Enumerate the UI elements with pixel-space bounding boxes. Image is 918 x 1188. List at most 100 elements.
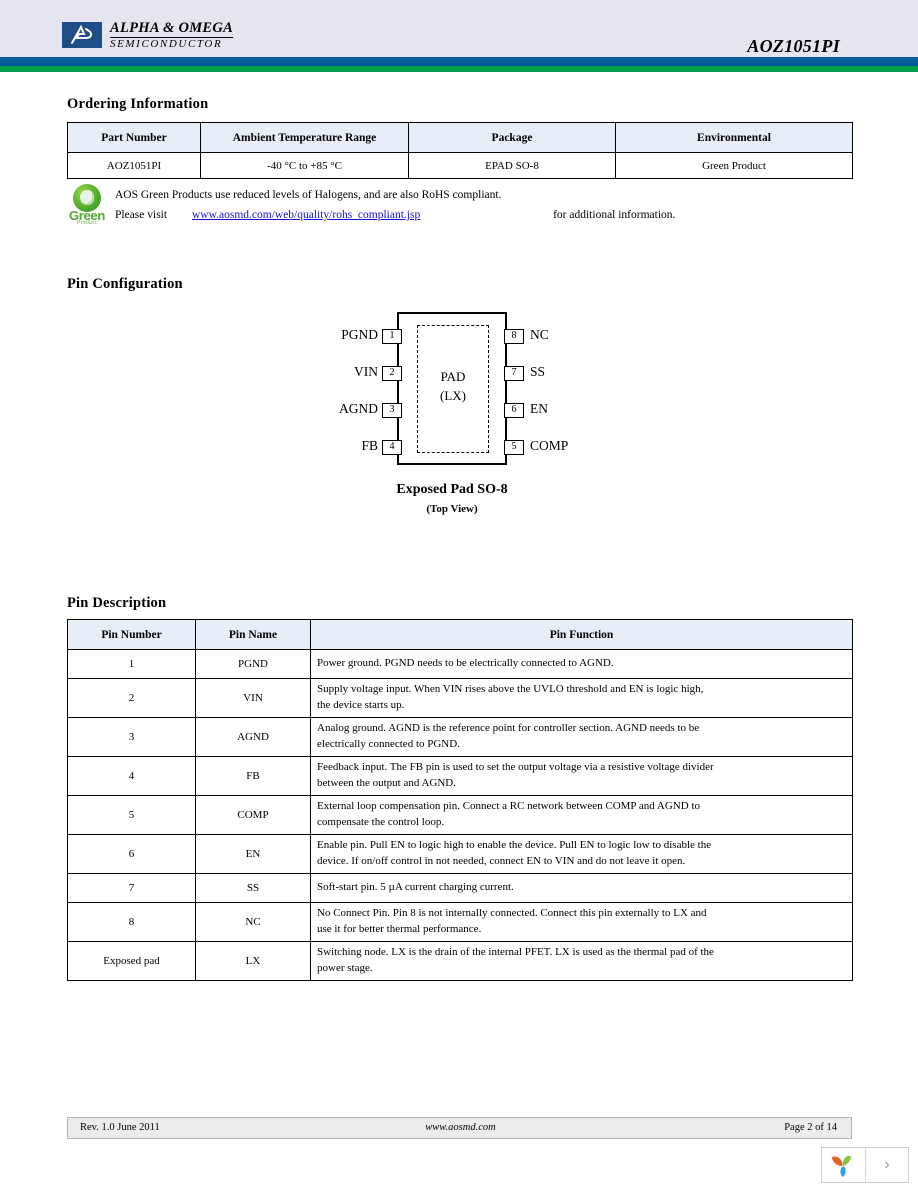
function-line-2: between the output and AGND. — [317, 777, 456, 789]
cell-pin-function: Soft-start pin. 5 µA current charging cu… — [310, 873, 853, 903]
cell-pin-function: External loop compensation pin. Connect … — [310, 795, 853, 835]
pad-label-line2: (LX) — [440, 387, 466, 403]
viewer-widget: › — [821, 1147, 909, 1183]
table-header-row: Part Number Ambient Temperature Range Pa… — [67, 122, 853, 153]
green-product-icon: Green Product — [67, 184, 107, 226]
next-page-button[interactable]: › — [866, 1148, 908, 1182]
function-line-2: compensate the control loop. — [317, 816, 445, 828]
brand-name-line2: SEMICONDUCTOR — [110, 37, 223, 50]
function-line-1: Switching node. LX is the drain of the i… — [317, 946, 714, 959]
cell-package: EPAD SO-8 — [408, 152, 616, 179]
pin-configuration-diagram: PAD (LX) PGND VIN AGND FB 1 2 3 4 8 7 6 … — [300, 300, 620, 525]
part-number-title: AOZ1051PI — [747, 36, 840, 56]
cell-pin-number: Exposed pad — [67, 941, 196, 981]
pin-label-agnd: AGND — [339, 401, 378, 416]
pin-number-1: 1 — [382, 329, 402, 344]
table-row: Exposed pad LX Switching node. LX is the… — [67, 941, 853, 981]
cell-pin-number: 8 — [67, 902, 196, 942]
cell-pin-name: AGND — [195, 717, 311, 757]
function-line-2: use it for better thermal performance. — [317, 923, 482, 935]
cell-pin-name: SS — [195, 873, 311, 903]
pin-configuration-heading: Pin Configuration — [67, 276, 183, 292]
column-header-package: Package — [408, 122, 616, 153]
green-note-line2: Please visit www.aosmd.com/web/quality/r… — [115, 209, 675, 221]
table-row: 1 PGND Power ground. PGND needs to be el… — [67, 649, 853, 679]
green-note-line1: AOS Green Products use reduced levels of… — [115, 189, 502, 201]
cell-pin-function: Enable pin. Pull EN to logic high to ena… — [310, 834, 853, 874]
rohs-compliance-link[interactable]: www.aosmd.com/web/quality/rohs_compliant… — [192, 209, 420, 221]
function-line-2: device. If on/off control in not needed,… — [317, 855, 686, 867]
diagram-caption: Exposed Pad SO-8 — [396, 482, 508, 497]
pad-label-line1: PAD — [440, 369, 466, 384]
function-line-1: Power ground. PGND needs to be electrica… — [317, 657, 614, 670]
function-line-1: Supply voltage input. When VIN rises abo… — [317, 683, 704, 696]
cell-pin-name: COMP — [195, 795, 311, 835]
column-header-environmental: Environmental — [615, 122, 853, 153]
cell-pin-number: 7 — [67, 873, 196, 903]
green-note-suffix: for additional information. — [553, 209, 676, 221]
table-header-row: Pin Number Pin Name Pin Function — [67, 619, 853, 650]
function-line-1: No Connect Pin. Pin 8 is not internally … — [317, 907, 707, 920]
cell-pin-name: NC — [195, 902, 311, 942]
cell-pin-function: Switching node. LX is the drain of the i… — [310, 941, 853, 981]
table-row: 2 VIN Supply voltage input. When VIN ris… — [67, 678, 853, 718]
cell-pin-number: 6 — [67, 834, 196, 874]
pin-number-2: 2 — [382, 366, 402, 381]
table-row: 8 NC No Connect Pin. Pin 8 is not intern… — [67, 902, 853, 942]
function-line-2: the device starts up. — [317, 699, 405, 711]
cell-pin-number: 2 — [67, 678, 196, 718]
column-header-pin-name: Pin Name — [195, 619, 311, 650]
cell-pin-number: 3 — [67, 717, 196, 757]
cell-pin-function: No Connect Pin. Pin 8 is not internally … — [310, 902, 853, 942]
table-row: 4 FB Feedback input. The FB pin is used … — [67, 756, 853, 796]
table-row: 5 COMP External loop compensation pin. C… — [67, 795, 853, 835]
table-row: 3 AGND Analog ground. AGND is the refere… — [67, 717, 853, 757]
function-line-1: Analog ground. AGND is the reference poi… — [317, 722, 700, 735]
cell-pin-number: 5 — [67, 795, 196, 835]
header-rule-green — [0, 66, 918, 72]
column-header-pin-number: Pin Number — [67, 619, 196, 650]
table-row: 7 SS Soft-start pin. 5 µA current chargi… — [67, 873, 853, 903]
aos-logo-icon — [62, 22, 102, 49]
cell-pin-name: VIN — [195, 678, 311, 718]
function-line-1: Soft-start pin. 5 µA current charging cu… — [317, 881, 514, 894]
function-line-1: Feedback input. The FB pin is used to se… — [317, 761, 714, 774]
pin-label-fb: FB — [361, 438, 378, 453]
cell-pin-function: Analog ground. AGND is the reference poi… — [310, 717, 853, 757]
cell-part-number: AOZ1051PI — [67, 152, 201, 179]
page-footer: Rev. 1.0 June 2011 www.aosmd.com Page 2 … — [67, 1117, 852, 1139]
pin-label-en: EN — [530, 401, 548, 416]
table-row: AOZ1051PI -40 °C to +85 °C EPAD SO-8 Gre… — [67, 152, 853, 179]
diagram-subcaption: (Top View) — [426, 503, 478, 515]
viewer-brand-logo-icon[interactable] — [822, 1148, 866, 1182]
cell-pin-name: FB — [195, 756, 311, 796]
cell-environmental: Green Product — [615, 152, 853, 179]
cell-pin-number: 1 — [67, 649, 196, 679]
ordering-information-table: Part Number Ambient Temperature Range Pa… — [67, 122, 853, 179]
cell-pin-name: EN — [195, 834, 311, 874]
pad-label: PAD (LX) — [417, 368, 489, 406]
cell-pin-name: LX — [195, 941, 311, 981]
pin-label-vin: VIN — [354, 364, 378, 379]
pin-number-4: 4 — [382, 440, 402, 455]
green-logo-sublabel: Product — [76, 220, 98, 226]
function-line-1: External loop compensation pin. Connect … — [317, 800, 701, 813]
brand-name-line1: ALPHA & OMEGA — [110, 20, 234, 38]
pin-number-5: 5 — [504, 440, 524, 455]
page-header: ALPHA & OMEGA SEMICONDUCTOR AOZ1051PI — [0, 0, 918, 72]
column-header-pin-function: Pin Function — [310, 619, 853, 650]
pin-label-ss: SS — [530, 364, 546, 379]
table-row: 6 EN Enable pin. Pull EN to logic high t… — [67, 834, 853, 874]
ordering-information-heading: Ordering Information — [67, 96, 209, 112]
header-rule-blue — [0, 57, 918, 66]
cell-temperature-range: -40 °C to +85 °C — [200, 152, 409, 179]
green-note-prefix: Please visit — [115, 209, 168, 221]
pin-number-3: 3 — [382, 403, 402, 418]
pin-label-nc: NC — [530, 327, 549, 342]
brand-logo: ALPHA & OMEGA SEMICONDUCTOR — [62, 20, 234, 50]
pin-number-7: 7 — [504, 366, 524, 381]
pin-description-heading: Pin Description — [67, 595, 167, 611]
cell-pin-name: PGND — [195, 649, 311, 679]
pin-number-6: 6 — [504, 403, 524, 418]
cell-pin-function: Supply voltage input. When VIN rises abo… — [310, 678, 853, 718]
